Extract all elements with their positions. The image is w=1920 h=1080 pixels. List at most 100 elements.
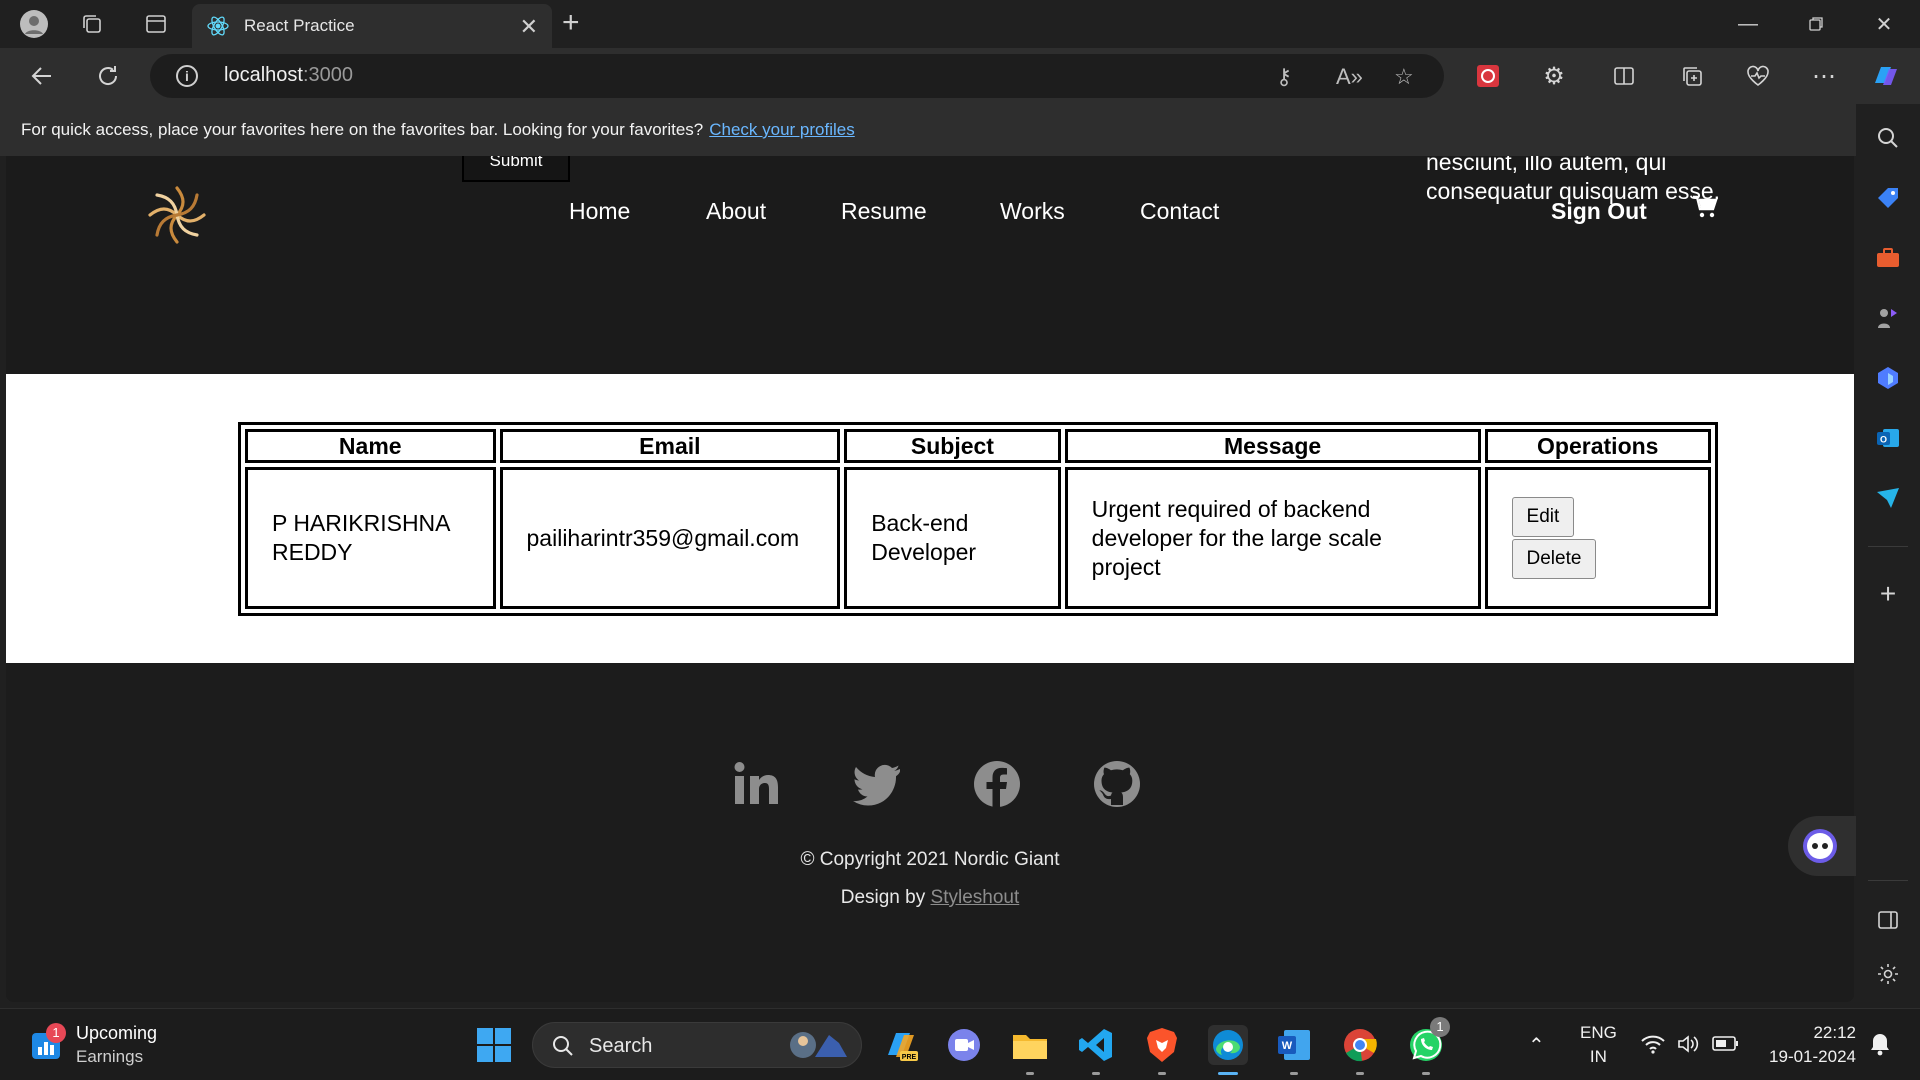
extensions-puzzle-icon[interactable]: ⚙ [1536, 58, 1572, 94]
teams-chat-app[interactable] [944, 1025, 984, 1065]
read-aloud-icon[interactable]: A» [1336, 64, 1363, 90]
sign-out-link[interactable]: Sign Out [1551, 198, 1647, 225]
site-footer: © Copyright 2021 Nordic Giant Design by … [6, 663, 1854, 1002]
delete-button[interactable]: Delete [1511, 539, 1597, 579]
col-name-header: Name [245, 429, 496, 463]
settings-gear-icon[interactable] [1874, 960, 1902, 988]
tab-react-practice[interactable]: React Practice ✕ [192, 4, 552, 48]
games-icon[interactable] [1874, 304, 1902, 332]
search-icon[interactable] [1874, 124, 1902, 152]
favorite-star-icon[interactable]: ☆ [1394, 64, 1414, 90]
url-text[interactable]: localhost:3000 [224, 64, 353, 87]
facebook-icon[interactable] [972, 759, 1022, 809]
search-icon [553, 1036, 573, 1056]
cell-email: pailiharintr359@gmail.com [499, 467, 841, 609]
password-key-icon[interactable]: ⚷ [1276, 64, 1292, 90]
widget-subtitle: Earnings [76, 1047, 144, 1066]
svg-text:PRE: PRE [902, 1054, 917, 1061]
split-screen-icon[interactable] [1606, 58, 1642, 94]
restore-icon[interactable] [1794, 8, 1838, 40]
collections-icon[interactable] [1674, 58, 1710, 94]
clock[interactable]: 22:12 19-01-2024 [1756, 1023, 1856, 1067]
edge-app[interactable] [1208, 1025, 1248, 1075]
chrome-app[interactable] [1340, 1025, 1380, 1075]
more-options-icon[interactable]: ⋯ [1806, 58, 1842, 94]
volume-icon[interactable] [1676, 1033, 1700, 1055]
brave-app[interactable] [1142, 1025, 1182, 1075]
profile-icon[interactable] [18, 8, 50, 40]
refresh-icon[interactable] [90, 58, 126, 94]
hide-sidebar-icon[interactable] [1874, 906, 1902, 934]
extension-icon[interactable] [1470, 58, 1506, 94]
site-logo-icon[interactable] [142, 180, 212, 250]
cart-icon[interactable] [1692, 194, 1718, 220]
nav-home[interactable]: Home [569, 198, 630, 225]
brave-lion-icon [1147, 1028, 1177, 1062]
notification-bell-icon[interactable] [1868, 1031, 1892, 1057]
new-tab-icon[interactable]: + [562, 6, 580, 40]
browser-essentials-icon[interactable] [1740, 58, 1776, 94]
whatsapp-badge: 1 [1430, 1017, 1450, 1037]
tab-title: React Practice [244, 16, 355, 35]
copilot-sidebar-icon[interactable] [1874, 364, 1902, 392]
widget-title: Upcoming [76, 1023, 158, 1043]
vscode-app[interactable] [1076, 1025, 1116, 1075]
tab-actions-icon[interactable] [140, 8, 172, 40]
browser-titlebar: React Practice ✕ + — ✕ [0, 0, 1920, 48]
taskbar-search[interactable]: Search [532, 1022, 862, 1068]
twitter-icon[interactable] [852, 759, 902, 809]
minimize-icon[interactable]: — [1726, 8, 1770, 40]
wifi-icon[interactable] [1640, 1033, 1666, 1055]
video-chat-icon [948, 1029, 980, 1061]
back-icon[interactable] [24, 58, 60, 94]
messages-table: Name Email Subject Message Operations P … [238, 422, 1718, 616]
vscode-icon [1079, 1029, 1112, 1061]
windows-start-icon[interactable] [474, 1025, 514, 1065]
workspaces-icon[interactable] [76, 8, 108, 40]
copyright-text: © Copyright 2021 Nordic Giant [800, 849, 1060, 870]
send-drop-icon[interactable] [1874, 484, 1902, 512]
address-bar[interactable]: i localhost:3000 ⚷ A» ☆ [150, 54, 1444, 98]
nav-about[interactable]: About [706, 198, 766, 225]
favorites-bar: For quick access, place your favorites h… [0, 104, 1920, 156]
nav-resume[interactable]: Resume [841, 198, 927, 225]
col-subject-header: Subject [844, 429, 1061, 463]
styleshout-link[interactable]: Styleshout [931, 887, 1020, 908]
whatsapp-app[interactable]: 1 [1406, 1017, 1450, 1075]
tools-briefcase-icon[interactable] [1874, 244, 1902, 272]
word-app[interactable]: W [1274, 1025, 1314, 1075]
copilot-floating-button[interactable] [1788, 816, 1856, 876]
svg-text:O: O [1880, 435, 1887, 445]
outlook-icon[interactable]: O [1874, 424, 1902, 452]
input-language[interactable]: ENG IN [1580, 1023, 1617, 1067]
search-highlight-icon [790, 1032, 847, 1058]
check-profiles-link[interactable]: Check your profiles [709, 120, 855, 139]
linkedin-icon[interactable] [732, 759, 782, 809]
copilot-pre-app[interactable]: PRE [880, 1025, 920, 1065]
submit-button[interactable]: Submit [462, 156, 570, 182]
add-sidebar-app-icon[interactable]: + [1874, 578, 1902, 609]
close-tab-icon[interactable]: ✕ [520, 14, 538, 40]
battery-icon[interactable] [1712, 1035, 1740, 1053]
word-icon: W [1278, 1030, 1310, 1060]
close-window-icon[interactable]: ✕ [1862, 8, 1906, 40]
show-hidden-icons-chevron-icon[interactable]: ⌃ [1528, 1033, 1545, 1058]
cell-operations: Edit Delete [1484, 467, 1711, 609]
page-viewport: Submit Home About Resume Works Contact n… [6, 156, 1854, 1002]
copilot-icon[interactable] [1868, 58, 1904, 94]
favorites-hint-text: For quick access, place your favorites h… [21, 120, 704, 139]
nav-works[interactable]: Works [1000, 198, 1065, 225]
messages-section: Name Email Subject Message Operations P … [6, 374, 1854, 663]
nav-contact[interactable]: Contact [1140, 198, 1219, 225]
edge-browser-icon [1213, 1030, 1243, 1060]
design-credit: Design by Styleshout [840, 887, 1020, 908]
sidebar-divider [1868, 546, 1908, 547]
col-email-header: Email [499, 429, 841, 463]
file-explorer-app[interactable] [1010, 1025, 1050, 1075]
shopping-tag-icon[interactable] [1874, 184, 1902, 212]
site-info-icon[interactable]: i [176, 65, 198, 87]
github-icon[interactable] [1092, 759, 1142, 809]
col-message-header: Message [1064, 429, 1481, 463]
edit-button[interactable]: Edit [1511, 497, 1575, 537]
cell-name: P HARIKRISHNA REDDY [245, 467, 496, 609]
